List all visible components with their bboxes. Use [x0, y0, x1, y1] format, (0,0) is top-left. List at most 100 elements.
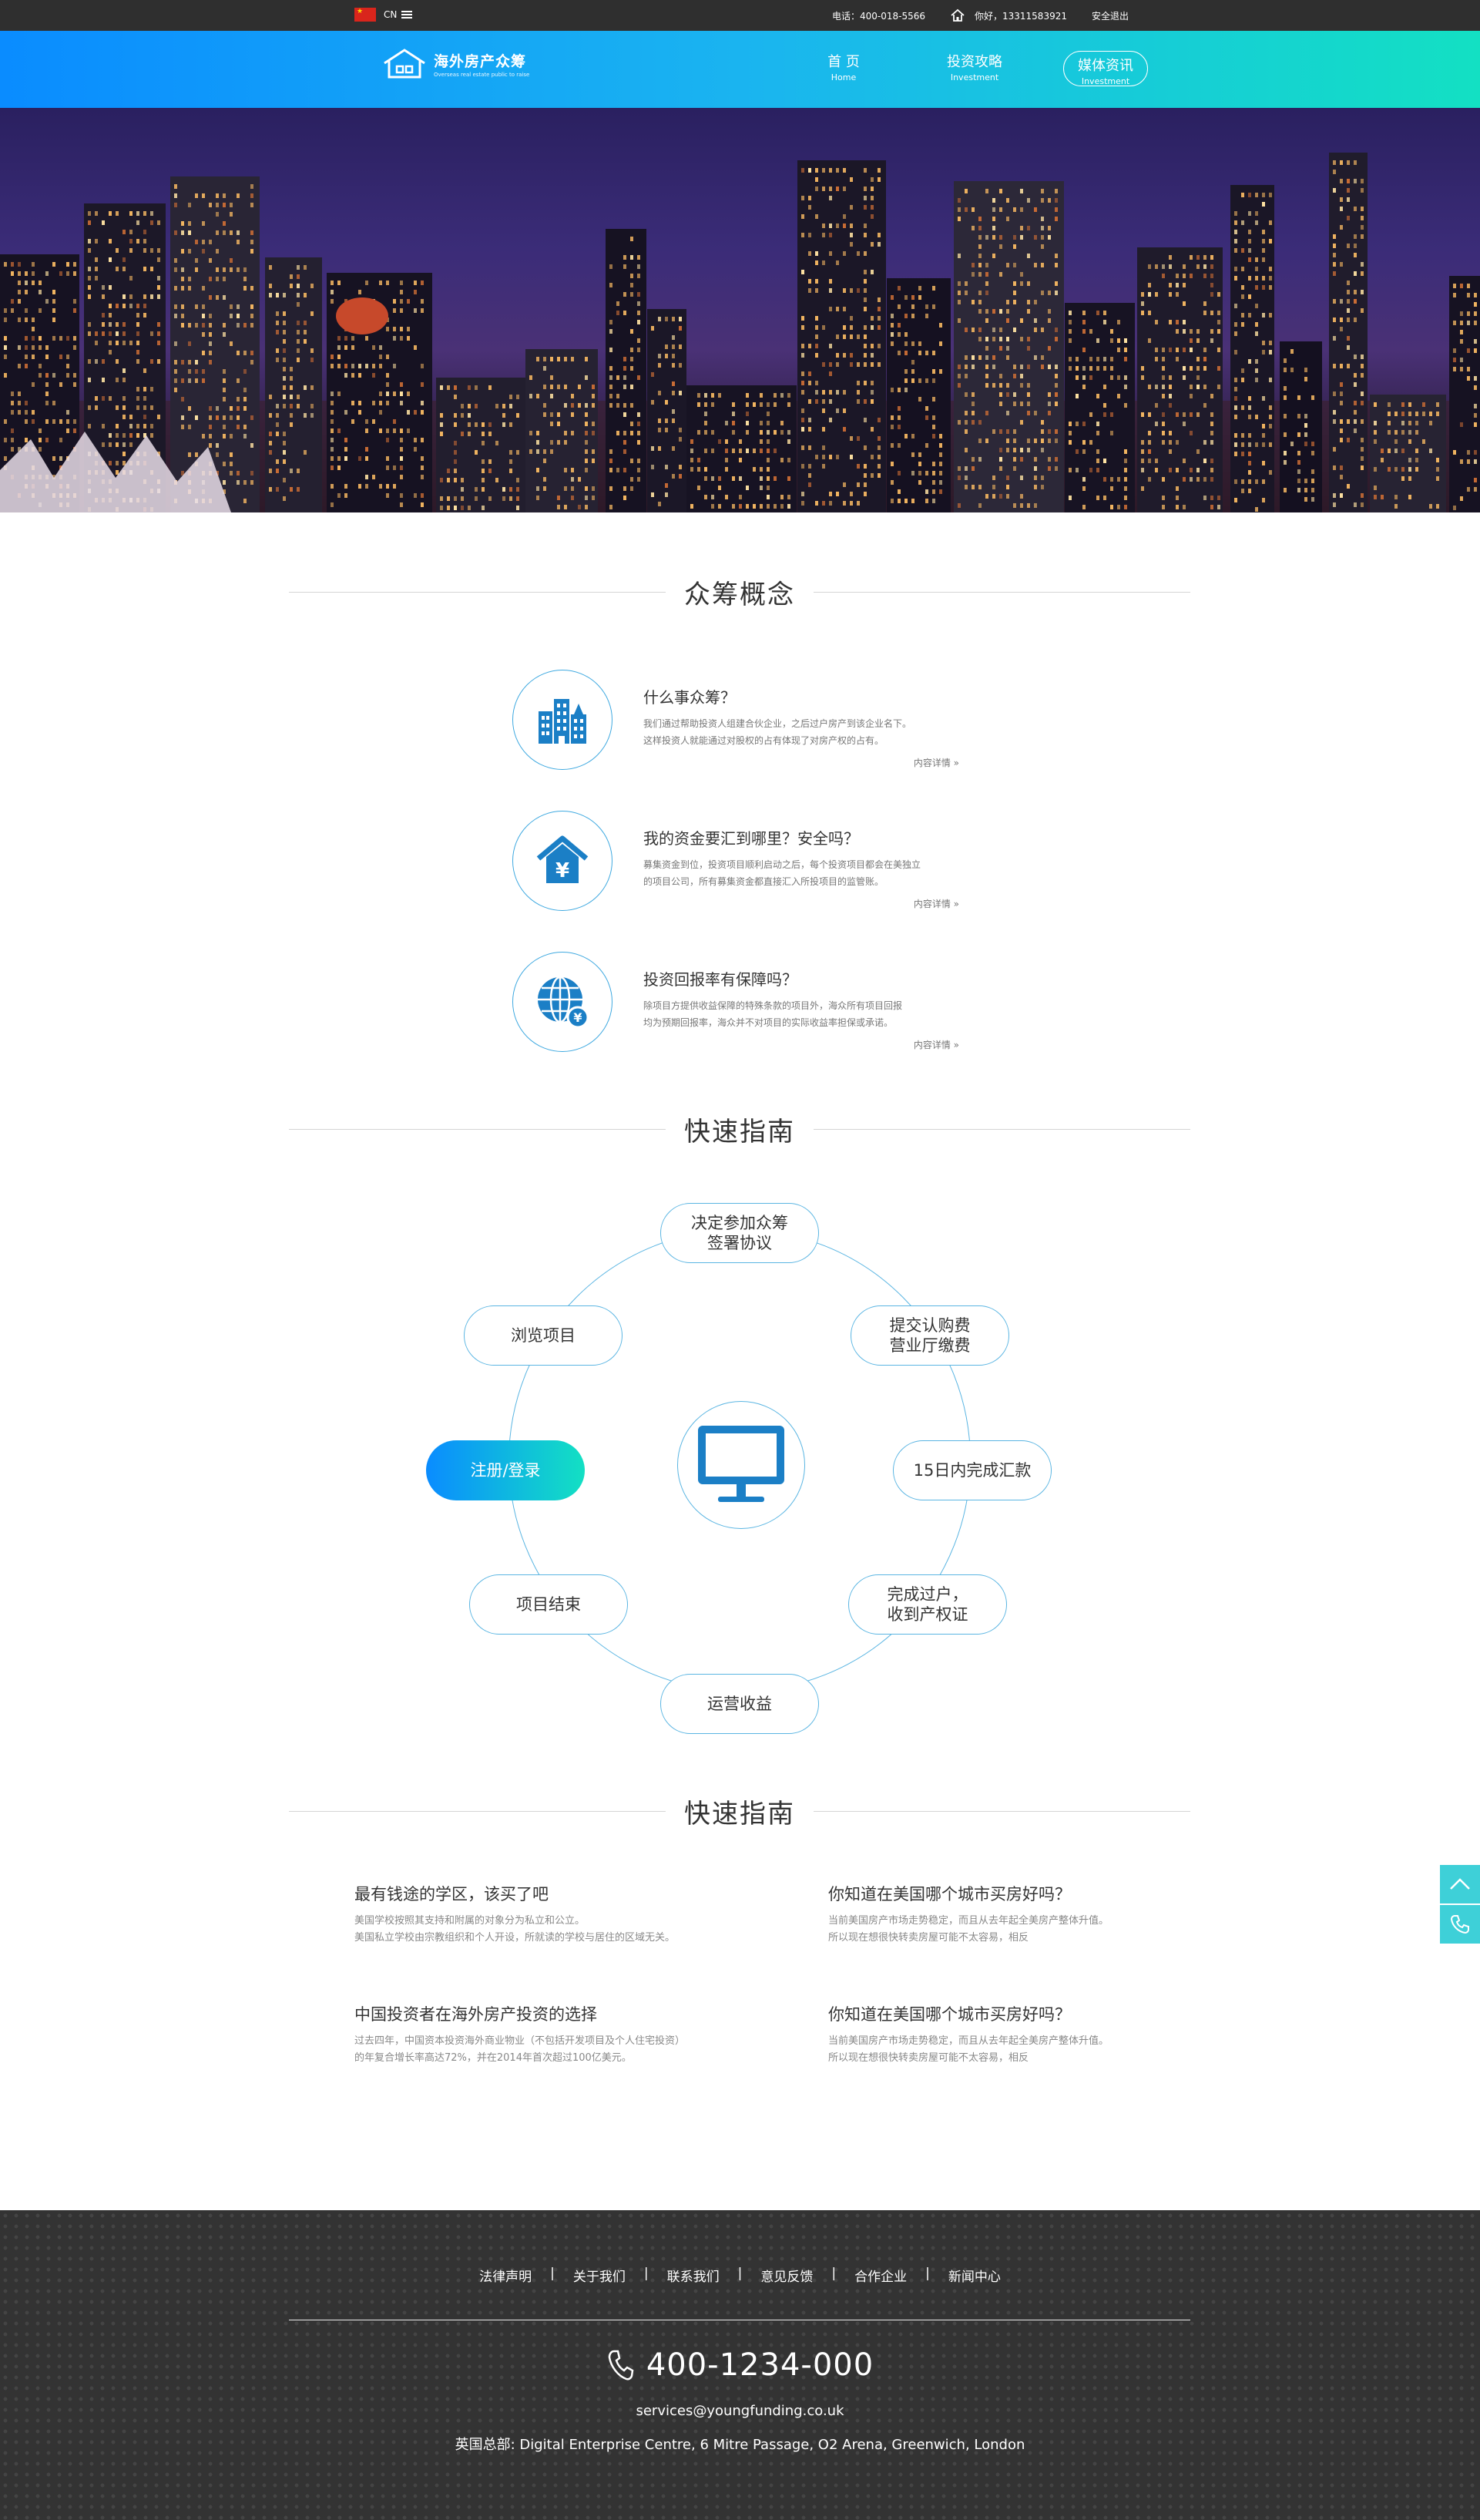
nav-item-media-news-sublabel: Investment — [1081, 76, 1130, 86]
news-item-excerpt: 美国私立学校由宗教组织和个人开设，所就读的学校与居住的区域无关。 — [354, 1932, 676, 1944]
news-item-title[interactable]: 你知道在美国哪个城市买房好吗？ — [828, 1882, 1175, 1905]
footer-link-feedback[interactable]: 意见反馈 — [742, 2266, 831, 2285]
step-browse-projects[interactable]: 浏览项目 — [464, 1305, 623, 1366]
main-nav: 海外房产众筹 Overseas real estate public to ra… — [0, 31, 1480, 108]
news-item-title[interactable]: 最有钱途的学区，该买了吧 — [354, 1882, 701, 1905]
step-register-login[interactable]: 注册/登录 — [426, 1440, 585, 1500]
footer-link-news[interactable]: 新闻中心 — [930, 2266, 1019, 2285]
nav-item-investment-guide-sublabel: Investment — [950, 72, 999, 82]
footer-link-about[interactable]: 关于我们 — [555, 2266, 644, 2285]
menu-icon[interactable] — [401, 11, 413, 18]
read-more-link[interactable]: 内容详情 » — [914, 1038, 959, 1051]
concept-question: 我的资金要汇到哪里？安全吗？ — [643, 829, 859, 848]
hero-banner-cityscape — [0, 108, 1480, 512]
concept-item: 什么事众筹？ 我们通过帮助投资人组建合伙企业，之后过户房产到该企业名下。 这样投… — [512, 670, 975, 774]
step-complete-remittance[interactable]: 15日内完成汇款 — [893, 1440, 1052, 1500]
logout-link[interactable]: 安全退出 — [1092, 9, 1129, 22]
process-diagram: 决定参加众筹 签署协议 提交认购费 营业厅缴费 15日内完成汇款 完成过户， 收到产权… — [416, 1198, 1063, 1738]
phone-icon — [608, 2350, 634, 2381]
floating-side-widget — [1440, 1865, 1480, 1945]
nav-item-media-news[interactable]: 媒体资讯 Investment — [1063, 51, 1148, 86]
concept-icon-circle: ¥ — [512, 811, 612, 911]
user-greeting[interactable]: 你好，13311583921 — [975, 9, 1067, 22]
svg-text:¥: ¥ — [555, 859, 569, 882]
news-item-title[interactable]: 中国投资者在海外房产投资的选择 — [354, 2002, 701, 2025]
nav-item-home-label: 首 页 — [827, 54, 860, 70]
concept-answer-line: 募集资金到位，投资项目顺利启动之后，每个投资项目都会在美独立 — [643, 859, 921, 870]
concept-answer-line: 的项目公司，所有募集资金都直接汇入所投项目的监管账。 — [643, 876, 884, 887]
home-icon[interactable] — [950, 8, 965, 22]
contact-phone-button[interactable] — [1440, 1905, 1480, 1944]
step-label: 决定参加众筹 — [691, 1214, 788, 1232]
news-item-excerpt: 美国学校按照其支持和附属的对象分为私立和公立。 — [354, 1915, 586, 1927]
news-item-excerpt: 当前美国房产市场走势稳定，而且从去年起全美房产整体升值。 — [828, 1915, 1109, 1927]
phone-text: 电话：400-018-5566 — [831, 10, 925, 22]
step-label: 15日内完成汇款 — [913, 1461, 1032, 1480]
step-submit-fee[interactable]: 提交认购费 营业厅缴费 — [851, 1305, 1009, 1366]
nav-item-media-news-label: 媒体资讯 — [1078, 58, 1133, 74]
news-item-title[interactable]: 你知道在美国哪个城市买房好吗？ — [828, 2002, 1175, 2025]
city-skyline-image — [0, 153, 1480, 512]
news-item: 中国投资者在海外房产投资的选择 过去四年，中国资本投资海外商业物业（不包括开发项… — [354, 2002, 701, 2067]
double-chevron-right-icon: » — [953, 899, 959, 909]
news-item-excerpt: 当前美国房产市场走势稳定，而且从去年起全美房产整体升值。 — [828, 2035, 1109, 2047]
china-flag-icon — [354, 8, 376, 22]
footer-link-legal[interactable]: 法律声明 — [461, 2266, 550, 2285]
center-badge — [677, 1401, 805, 1529]
concept-answer-line: 这样投资人就能通过对股权的占有体现了对房产权的占有。 — [643, 735, 884, 746]
step-label: 项目结束 — [516, 1595, 581, 1614]
guide-title: 快速指南 — [684, 1116, 795, 1147]
read-more-link[interactable]: 内容详情 » — [914, 756, 959, 769]
footer-phone[interactable]: 400-1234-000 — [0, 2347, 1480, 2383]
news-item: 你知道在美国哪个城市买房好吗？ 当前美国房产市场走势稳定，而且从去年起全美房产整… — [828, 1882, 1175, 1947]
step-label: 运营收益 — [707, 1695, 772, 1713]
logo[interactable]: 海外房产众筹 Overseas real estate public to ra… — [381, 48, 529, 80]
footer-email[interactable]: services@youngfunding.co.uk — [0, 2403, 1480, 2419]
footer-link-partners[interactable]: 合作企业 — [836, 2266, 925, 2285]
concept-item: ¥ 我的资金要汇到哪里？安全吗？ 募集资金到位，投资项目顺利启动之后，每个投资项… — [512, 811, 975, 915]
footer: 法律声明 | 关于我们 | 联系我们 | 意见反馈 | 合作企业 | 新闻中心 … — [0, 2210, 1480, 2520]
nav-item-investment-guide-label: 投资攻略 — [947, 54, 1002, 70]
language-label: CN — [384, 9, 398, 20]
language-switcher[interactable]: CN — [354, 8, 413, 22]
step-label: 签署协议 — [707, 1234, 772, 1252]
news-item-excerpt: 过去四年，中国资本投资海外商业物业（不包括开发项目及个人住宅投资） — [354, 2035, 686, 2047]
double-chevron-right-icon: » — [953, 1040, 959, 1050]
step-label: 完成过户， — [887, 1585, 968, 1604]
back-to-top-button[interactable] — [1440, 1865, 1480, 1903]
concept-title: 众筹概念 — [684, 579, 795, 610]
news-item: 你知道在美国哪个城市买房好吗？ 当前美国房产市场走势稳定，而且从去年起全美房产整… — [828, 2002, 1175, 2067]
read-more-label: 内容详情 — [913, 899, 951, 909]
step-operation-income[interactable]: 运营收益 — [660, 1674, 819, 1734]
double-chevron-right-icon: » — [953, 758, 959, 768]
step-project-end[interactable]: 项目结束 — [469, 1574, 628, 1635]
read-more-label: 内容详情 — [913, 758, 951, 768]
news-item-excerpt: 所以现在想很快转卖房屋可能不太容易，相反 — [828, 2052, 1029, 2064]
concept-icon-circle — [512, 670, 612, 770]
news-section-title: 快速指南 — [289, 1792, 1190, 1830]
nav-item-home[interactable]: 首 页 Home — [778, 51, 909, 86]
svg-text:¥: ¥ — [573, 1010, 582, 1025]
nav-item-investment-guide[interactable]: 投资攻略 Investment — [909, 51, 1040, 86]
concept-question: 投资回报率有保障吗？ — [643, 970, 797, 989]
concept-item: ¥ 投资回报率有保障吗？ 除项目方提供收益保障的特殊条款的项目外，海众所有项目回… — [512, 952, 975, 1056]
logo-title: 海外房产众筹 — [434, 53, 527, 70]
news-item-excerpt: 所以现在想很快转卖房屋可能不太容易，相反 — [828, 1932, 1029, 1944]
city-buildings-icon — [539, 699, 586, 744]
news-title: 快速指南 — [684, 1798, 795, 1830]
news-item: 最有钱途的学区，该买了吧 美国学校按照其支持和附属的对象分为私立和公立。 美国私… — [354, 1882, 701, 1947]
guide-section-title: 快速指南 — [289, 1110, 1190, 1148]
concept-question: 什么事众筹？ — [643, 688, 736, 707]
read-more-link[interactable]: 内容详情 » — [914, 897, 959, 910]
footer-links: 法律声明 | 关于我们 | 联系我们 | 意见反馈 | 合作企业 | 新闻中心 — [0, 2266, 1480, 2285]
yuan-house-icon: ¥ — [536, 835, 589, 883]
step-label: 收到产权证 — [887, 1605, 968, 1624]
monitor-icon — [698, 1426, 784, 1502]
nav-item-home-sublabel: Home — [831, 72, 857, 82]
step-transfer-deed[interactable]: 完成过户， 收到产权证 — [848, 1574, 1007, 1635]
footer-address: 英国总部: Digital Enterprise Centre, 6 Mitre… — [455, 2437, 1025, 2453]
concept-icon-circle: ¥ — [512, 952, 612, 1052]
step-decide-join[interactable]: 决定参加众筹 签署协议 — [660, 1203, 819, 1263]
concept-answer-line: 均为预期回报率，海众并不对项目的实际收益率担保或承诺。 — [643, 1017, 894, 1028]
footer-link-contact[interactable]: 联系我们 — [649, 2266, 738, 2285]
